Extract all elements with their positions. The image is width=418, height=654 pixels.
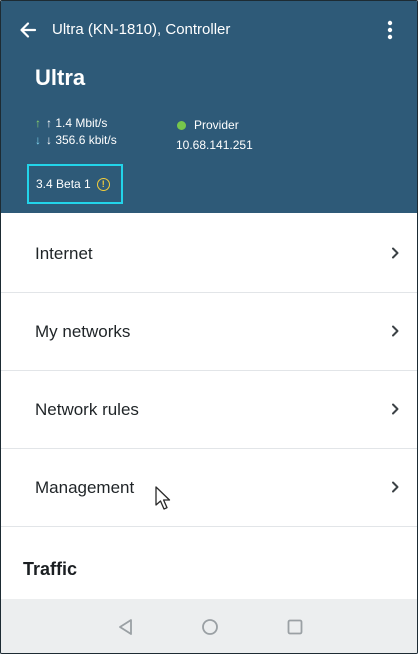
chevron-right-icon	[392, 325, 399, 337]
more-options-button[interactable]	[375, 15, 405, 45]
chevron-right-icon	[392, 247, 399, 259]
upload-rate: ↑ 1.4 Mbit/s	[46, 116, 108, 130]
mouse-pointer-icon	[155, 486, 171, 510]
firmware-version: 3.4 Beta 1	[36, 177, 91, 191]
menu-item-label: Internet	[35, 244, 93, 263]
download-arrow-icon: ↓	[35, 133, 41, 147]
device-header: Ultra (KN-1810), Controller Ultra ↑ ↑ 1.…	[1, 1, 417, 213]
chevron-right-icon	[392, 481, 399, 493]
menu-item-label: Network rules	[35, 400, 139, 419]
traffic-section-title: Traffic	[23, 559, 78, 579]
status-dot-icon	[177, 120, 186, 130]
chevron-right-icon	[392, 403, 399, 415]
more-vertical-icon	[387, 20, 393, 40]
firmware-version-badge[interactable]: 3.4 Beta 1 !	[27, 164, 123, 204]
menu-item-internet[interactable]: Internet	[1, 215, 417, 293]
provider-label: Provider	[194, 118, 239, 132]
provider-ip: 10.68.141.251	[176, 138, 253, 152]
download-rate-row: ↓ ↓ 356.6 kbit/s	[35, 132, 117, 149]
menu-item-my-networks[interactable]: My networks	[1, 293, 417, 371]
menu-item-label: Management	[35, 478, 135, 497]
traffic-rates: ↑ ↑ 1.4 Mbit/s ↓ ↓ 356.6 kbit/s	[35, 115, 117, 149]
provider-status: Provider	[176, 115, 253, 135]
nav-recents-icon[interactable]	[285, 617, 305, 637]
download-rate: ↓ 356.6 kbit/s	[46, 133, 117, 147]
device-name: Ultra	[35, 65, 86, 90]
menu-item-network-rules[interactable]: Network rules	[1, 371, 417, 449]
app-bar: Ultra (KN-1810), Controller	[1, 1, 417, 59]
arrow-left-icon	[20, 22, 37, 38]
nav-home-icon[interactable]	[200, 617, 220, 637]
menu-item-label: My networks	[35, 322, 131, 341]
app-bar-title: Ultra (KN-1810), Controller	[52, 21, 231, 38]
upload-arrow-icon: ↑	[35, 116, 41, 130]
settings-menu: Internet My networks Network rules Manag…	[1, 215, 417, 527]
phone-screen: Ultra (KN-1810), Controller Ultra ↑ ↑ 1.…	[0, 0, 418, 654]
nav-back-icon[interactable]	[116, 617, 136, 637]
back-button[interactable]	[13, 15, 43, 45]
menu-item-management[interactable]: Management	[1, 449, 417, 527]
upload-rate-row: ↑ ↑ 1.4 Mbit/s	[35, 115, 117, 132]
provider-info: Provider 10.68.141.251	[176, 115, 253, 155]
system-navigation-bar	[1, 599, 417, 653]
warning-icon: !	[96, 177, 110, 191]
